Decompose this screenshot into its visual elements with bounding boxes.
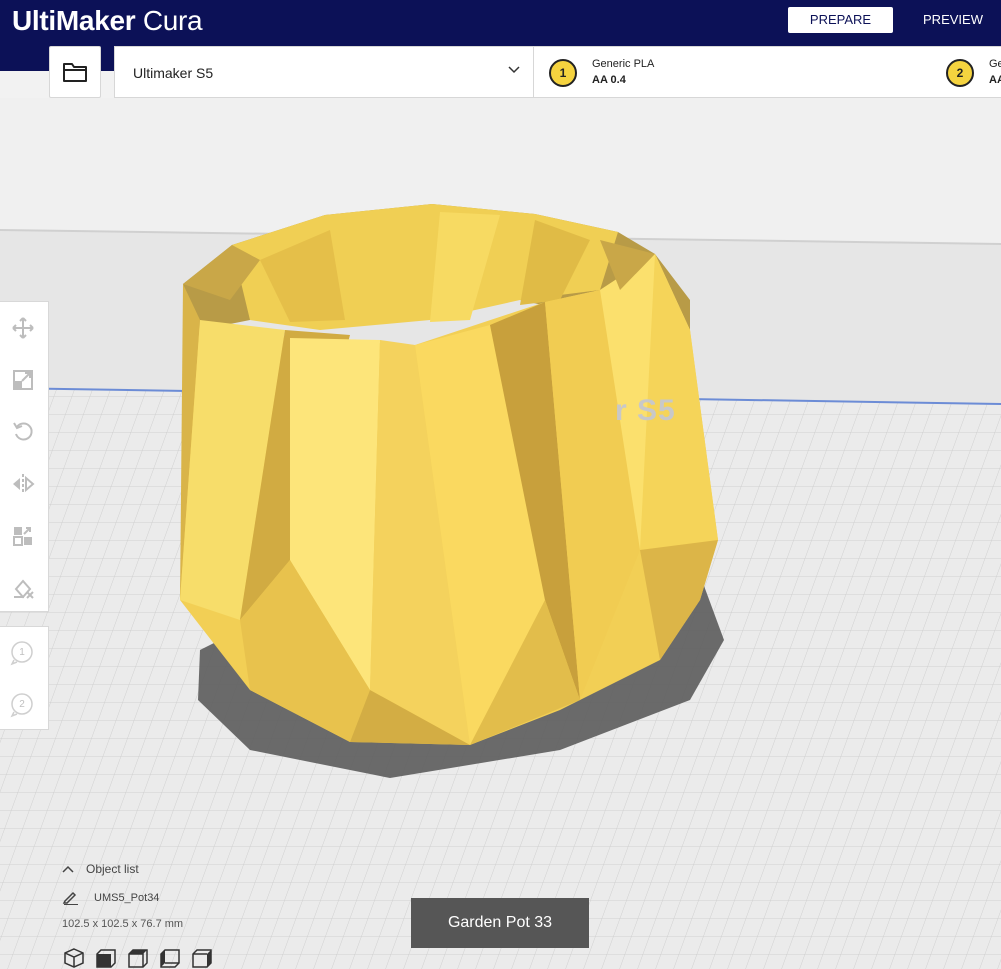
garden-pot-model[interactable] bbox=[180, 204, 718, 745]
chevron-down-icon bbox=[508, 66, 520, 74]
tab-prepare[interactable]: PREPARE bbox=[788, 7, 893, 33]
move-icon bbox=[12, 317, 34, 339]
cube-top-icon bbox=[128, 949, 148, 968]
brand-light: Cura bbox=[135, 5, 203, 36]
move-tool[interactable] bbox=[8, 313, 38, 343]
object-list-toggle[interactable]: Object list bbox=[62, 861, 139, 877]
extruder-2-material: Ge bbox=[989, 58, 1001, 70]
build-plate-label: r S5 bbox=[615, 394, 676, 427]
extruder-tool-2[interactable]: 2 bbox=[10, 692, 36, 718]
object-list-label: Object list bbox=[86, 862, 139, 876]
tab-preview[interactable]: PREVIEW bbox=[910, 7, 996, 33]
per-model-settings-tool[interactable] bbox=[8, 521, 38, 551]
extruder-tool-1[interactable]: 1 bbox=[10, 640, 36, 666]
view-right-button[interactable] bbox=[190, 946, 214, 969]
view-left-button[interactable] bbox=[158, 946, 182, 969]
folder-icon bbox=[63, 63, 87, 82]
view-3d-button[interactable] bbox=[62, 946, 86, 969]
printer-name: Ultimaker S5 bbox=[133, 65, 214, 81]
cube-right-icon bbox=[192, 949, 212, 968]
support-blocker-tool[interactable] bbox=[8, 573, 38, 603]
object-name: UMS5_Pot34 bbox=[94, 892, 160, 904]
extruder-1[interactable]: 1 Generic PLA AA 0.4 bbox=[534, 47, 914, 97]
scale-icon bbox=[13, 370, 33, 390]
printer-selector[interactable]: Ultimaker S5 bbox=[114, 46, 534, 98]
extruder-configuration[interactable]: 1 Generic PLA AA 0.4 2 Ge AA bbox=[533, 46, 1001, 98]
extruder-2[interactable]: 2 Ge AA bbox=[931, 47, 1001, 97]
cube-3d-icon bbox=[64, 948, 84, 968]
job-name-tooltip: Garden Pot 33 bbox=[411, 898, 589, 948]
per-model-settings-icon bbox=[13, 527, 32, 546]
extruder-tool-panel: 1 2 bbox=[0, 626, 49, 730]
cube-left-icon bbox=[160, 949, 180, 968]
cube-front-icon bbox=[96, 949, 116, 968]
mirror-icon bbox=[13, 474, 35, 494]
brand-bold: UltiMaker bbox=[12, 5, 136, 36]
extruder-1-core: AA 0.4 bbox=[592, 74, 626, 86]
scene bbox=[0, 98, 1001, 969]
extruder-tool-1-label: 1 bbox=[19, 646, 25, 658]
rotate-tool[interactable] bbox=[8, 416, 38, 446]
extruder-1-material: Generic PLA bbox=[592, 58, 655, 70]
scale-tool[interactable] bbox=[8, 365, 38, 395]
app-logo: UltiMaker Cura bbox=[12, 4, 203, 38]
extruder-tool-2-label: 2 bbox=[19, 698, 25, 710]
support-blocker-icon bbox=[14, 579, 34, 599]
view-front-button[interactable] bbox=[94, 946, 118, 969]
chevron-up-icon bbox=[62, 865, 74, 873]
object-dimensions: 102.5 x 102.5 x 76.7 mm bbox=[62, 918, 184, 930]
extruder-badge-2: 2 bbox=[946, 59, 974, 87]
rotate-icon bbox=[13, 422, 33, 441]
object-list-item[interactable]: UMS5_Pot34 bbox=[62, 890, 159, 906]
view-orientation-bar bbox=[62, 946, 214, 969]
3d-viewport[interactable]: r S5 bbox=[0, 98, 1001, 969]
tool-panel bbox=[0, 301, 49, 612]
open-file-button[interactable] bbox=[49, 46, 101, 98]
mirror-tool[interactable] bbox=[8, 469, 38, 499]
extruder-badge-1: 1 bbox=[549, 59, 577, 87]
view-top-button[interactable] bbox=[126, 946, 150, 969]
extruder-2-core: AA bbox=[989, 74, 1001, 86]
pencil-icon bbox=[62, 891, 78, 905]
